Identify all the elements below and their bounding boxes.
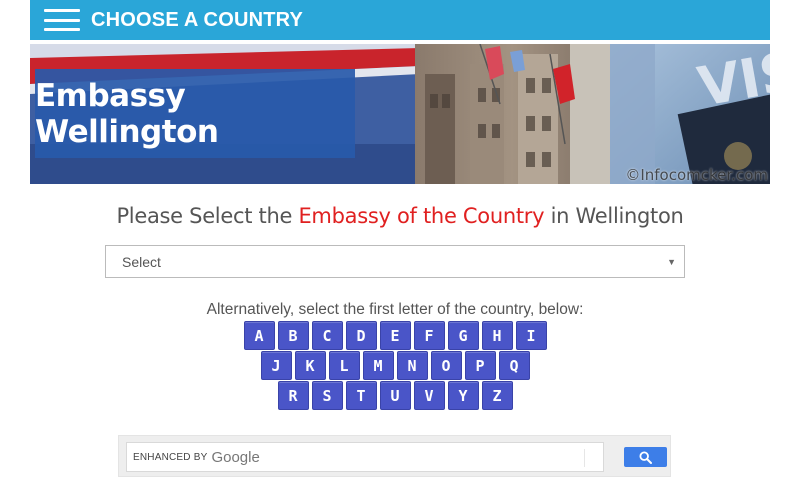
banner-title-box: Embassy Wellington <box>35 69 355 158</box>
letter-button-q[interactable]: Q <box>498 351 530 380</box>
letter-button-i[interactable]: I <box>515 321 547 350</box>
letter-row: JKLMNOPQ <box>0 351 790 380</box>
select-value: Select <box>122 253 161 270</box>
google-search-box: ENHANCED BY Google <box>118 435 671 477</box>
letter-button-y[interactable]: Y <box>447 381 479 410</box>
letter-button-e[interactable]: E <box>379 321 411 350</box>
search-icon <box>639 450 652 464</box>
letter-button-h[interactable]: H <box>481 321 513 350</box>
letter-button-u[interactable]: U <box>379 381 411 410</box>
letter-button-k[interactable]: K <box>294 351 326 380</box>
banner-title: Embassy Wellington <box>35 77 219 150</box>
letter-button-l[interactable]: L <box>328 351 360 380</box>
alphabet-instruction: Alternatively, select the first letter o… <box>206 301 584 318</box>
letter-button-g[interactable]: G <box>447 321 479 350</box>
letter-button-p[interactable]: P <box>464 351 496 380</box>
search-input[interactable]: ENHANCED BY Google <box>126 442 604 472</box>
letter-button-t[interactable]: T <box>345 381 377 410</box>
google-brand-label: Google <box>211 448 260 466</box>
header-title[interactable]: CHOOSE A COUNTRY <box>91 9 303 32</box>
country-select-dropdown[interactable]: Select ▼ <box>105 245 685 278</box>
banner-watermark: ©Infocomcker.com <box>625 166 768 184</box>
input-divider <box>584 449 585 467</box>
letter-button-r[interactable]: R <box>277 381 309 410</box>
heading-prefix: Please Select the <box>116 204 299 228</box>
top-header-bar: CHOOSE A COUNTRY <box>30 0 770 40</box>
heading-suffix: in Wellington <box>544 204 684 228</box>
letter-button-b[interactable]: B <box>277 321 309 350</box>
letter-button-c[interactable]: C <box>311 321 343 350</box>
letter-button-n[interactable]: N <box>396 351 428 380</box>
enhanced-by-label: ENHANCED BY <box>133 451 208 463</box>
letter-button-s[interactable]: S <box>311 381 343 410</box>
letter-button-a[interactable]: A <box>243 321 275 350</box>
letter-row: RSTUVYZ <box>0 381 790 410</box>
letter-row: ABCDEFGHI <box>0 321 790 350</box>
hero-banner: VIS Embassy Wellington ©Infocomcker.com <box>30 44 770 184</box>
letter-button-v[interactable]: V <box>413 381 445 410</box>
dropdown-arrow-icon: ▼ <box>667 256 676 267</box>
letter-button-z[interactable]: Z <box>481 381 513 410</box>
search-button[interactable] <box>624 447 667 467</box>
hamburger-menu-icon[interactable] <box>44 9 80 31</box>
letter-button-m[interactable]: M <box>362 351 394 380</box>
letter-button-d[interactable]: D <box>345 321 377 350</box>
heading-highlight: Embassy of the Country <box>298 204 545 228</box>
letter-button-o[interactable]: O <box>430 351 462 380</box>
page-heading: Please Select the Embassy of the Country… <box>0 204 800 228</box>
letter-button-f[interactable]: F <box>413 321 445 350</box>
letter-button-j[interactable]: J <box>260 351 292 380</box>
